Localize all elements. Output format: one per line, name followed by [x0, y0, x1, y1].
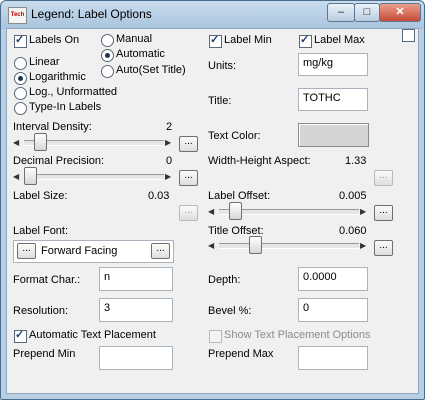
mode-automatic-radio[interactable]: [101, 49, 114, 62]
auto-text-placement-label: Automatic Text Placement: [29, 329, 156, 341]
title-label: Title:: [208, 95, 232, 107]
labels-on-checkbox[interactable]: [14, 33, 27, 48]
label-font-label: Label Font:: [13, 225, 69, 237]
label-max-checkbox[interactable]: [299, 33, 312, 48]
auto-text-placement-checkbox[interactable]: [14, 328, 27, 343]
label-size-value: 0.03: [148, 190, 170, 202]
label-min-checkbox[interactable]: [209, 33, 222, 48]
bevel-input[interactable]: 0: [298, 298, 368, 322]
scale-log-radio[interactable]: [14, 72, 27, 85]
mode-manual-radio[interactable]: [101, 34, 114, 47]
label-font-left-button[interactable]: ...: [17, 243, 36, 259]
text-color-swatch[interactable]: [298, 123, 369, 147]
title-offset-left-arrow[interactable]: ◀: [208, 241, 214, 250]
decimal-precision-thumb[interactable]: [24, 167, 37, 185]
bevel-label: Bevel %:: [208, 305, 252, 317]
prepend-min-input[interactable]: [99, 346, 173, 370]
width-height-label: Width-Height Aspect:: [208, 155, 311, 167]
label-offset-right-arrow[interactable]: ▶: [360, 207, 366, 216]
mode-auto-set-title-radio[interactable]: [101, 65, 114, 78]
units-input[interactable]: mg/kg: [298, 53, 368, 76]
interval-density-left-arrow[interactable]: ◀: [13, 138, 19, 147]
mode-automatic-label: Automatic: [116, 48, 165, 60]
title-offset-track[interactable]: [219, 243, 359, 249]
show-placement-options-label: Show Text Placement Options: [224, 329, 371, 341]
title-input[interactable]: TOTHC: [298, 88, 368, 111]
decimal-precision-label: Decimal Precision:: [13, 155, 105, 167]
scale-log-label: Logarithmic: [29, 71, 86, 83]
interval-density-more-button[interactable]: ...: [179, 136, 198, 152]
label-size-more-button[interactable]: ...: [179, 205, 198, 221]
scale-typein-label: Type-In Labels: [29, 101, 102, 113]
resolution-label: Resolution:: [13, 305, 69, 317]
scale-log-unformatted-label: Log., Unformatted: [29, 86, 118, 98]
close-button[interactable]: ✕: [379, 3, 421, 22]
title-offset-value: 0.060: [339, 225, 367, 237]
scale-linear-radio[interactable]: [14, 57, 27, 70]
scale-linear-label: Linear: [29, 56, 60, 68]
mode-manual-label: Manual: [116, 33, 153, 45]
width-height-value: 1.33: [345, 155, 367, 167]
interval-density-label: Interval Density:: [13, 121, 92, 133]
depth-input[interactable]: 0.0000: [298, 267, 368, 291]
label-offset-more-button[interactable]: ...: [374, 205, 393, 221]
scale-typein-radio[interactable]: [14, 102, 27, 115]
decimal-precision-right-arrow[interactable]: ▶: [165, 172, 171, 181]
depth-label: Depth:: [208, 274, 241, 286]
scale-log-unformatted-radio[interactable]: [14, 87, 27, 100]
interval-density-value: 2: [166, 121, 173, 133]
prepend-max-input[interactable]: [298, 346, 368, 370]
text-color-label: Text Color:: [208, 130, 261, 142]
decimal-precision-value: 0: [166, 155, 173, 167]
title-bar[interactable]: Tech Legend: Label Options – □ ✕: [1, 1, 424, 29]
format-char-input[interactable]: n: [99, 267, 173, 291]
decimal-precision-track[interactable]: [24, 174, 164, 180]
interval-density-right-arrow[interactable]: ▶: [165, 138, 171, 147]
label-font-value: Forward Facing: [41, 245, 118, 257]
label-offset-label: Label Offset:: [208, 190, 271, 202]
show-placement-options-checkbox[interactable]: [209, 330, 222, 343]
interval-density-thumb[interactable]: [34, 133, 47, 151]
label-size-label: Label Size:: [13, 190, 68, 202]
title-offset-right-arrow[interactable]: ▶: [360, 241, 366, 250]
label-offset-left-arrow[interactable]: ◀: [208, 207, 214, 216]
units-label: Units:: [208, 60, 237, 72]
prepend-min-label: Prepend Min: [13, 348, 76, 360]
dialog-content: Labels On Linear Logarithmic Log., Unfor…: [6, 28, 419, 394]
window-title: Legend: Label Options: [31, 7, 152, 21]
decimal-precision-more-button[interactable]: ...: [179, 170, 198, 186]
label-offset-thumb[interactable]: [229, 202, 242, 220]
label-offset-value: 0.005: [339, 190, 367, 202]
title-offset-more-button[interactable]: ...: [374, 240, 393, 256]
resolution-input[interactable]: 3: [99, 298, 173, 322]
labels-on-label: Labels On: [29, 34, 80, 46]
maximize-button[interactable]: □: [354, 3, 380, 22]
label-max-label: Label Max: [314, 34, 365, 46]
minimize-button[interactable]: –: [327, 3, 355, 22]
title-offset-thumb[interactable]: [249, 236, 262, 254]
extra-option-checkbox[interactable]: [402, 29, 415, 42]
prepend-max-label: Prepend Max: [208, 348, 274, 360]
format-char-label: Format Char.:: [13, 274, 81, 286]
width-height-more-button[interactable]: ...: [374, 170, 393, 186]
mode-auto-set-title-label: Auto(Set Title): [116, 64, 186, 76]
decimal-precision-left-arrow[interactable]: ◀: [13, 172, 19, 181]
app-icon: Tech: [8, 7, 27, 24]
label-min-label: Label Min: [224, 34, 272, 46]
label-font-right-button[interactable]: ...: [151, 243, 170, 259]
